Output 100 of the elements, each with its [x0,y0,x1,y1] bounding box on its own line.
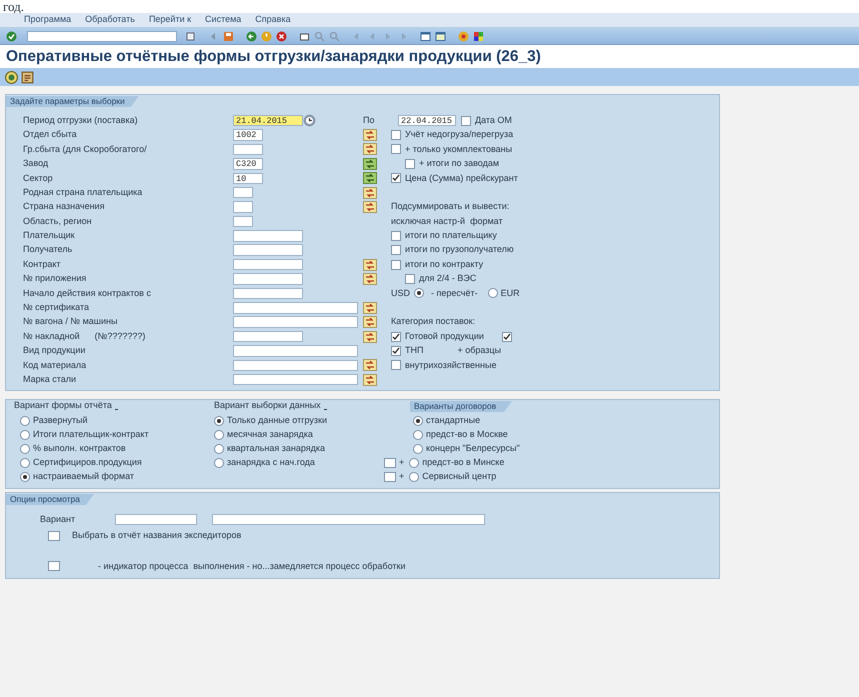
radio-button[interactable] [413,444,423,454]
input-field[interactable]: 1002 [233,129,263,141]
execute-icon[interactable] [5,70,18,84]
radio-button[interactable] [20,444,30,454]
multiple-selection-button[interactable] [363,359,377,372]
radio-button[interactable] [214,430,224,440]
checkbox[interactable] [391,230,401,241]
checkbox[interactable] [391,332,401,342]
checkbox-label: Дата ОМ [475,114,512,127]
radio-button[interactable] [409,472,420,482]
input-field[interactable] [233,302,358,314]
input-field[interactable] [115,514,197,526]
multiple-selection-button[interactable] [363,186,377,199]
currency-label: USD [391,286,410,300]
input-field[interactable] [233,186,253,198]
input-field[interactable]: C320 [233,158,263,170]
radio-button[interactable] [214,416,224,426]
input-field[interactable] [233,360,358,372]
layout-icon[interactable] [473,30,484,42]
menu-item[interactable]: Обработать [85,13,135,27]
input-field[interactable] [233,273,303,285]
input-field[interactable] [233,288,303,300]
radio-button[interactable] [214,444,224,454]
radio-button[interactable] [409,458,420,468]
checkbox[interactable] [461,116,471,126]
radio-label: Только данные отгрузки [227,414,327,428]
multiple-selection-button[interactable] [363,258,377,271]
clock-icon[interactable] [303,114,316,128]
window-icon[interactable] [420,30,431,42]
checkbox[interactable] [391,360,401,370]
menu-item[interactable]: Программа [24,13,72,27]
find-next-icon[interactable] [329,30,340,42]
checkbox[interactable] [48,561,60,572]
radio-button[interactable] [20,416,30,426]
radio-label: настраиваемый формат [33,470,134,484]
cancel-icon[interactable] [276,30,287,42]
multiple-selection-button[interactable] [363,316,377,328]
checkbox[interactable] [391,173,401,184]
radio-button[interactable] [20,430,30,440]
multiple-selection-button[interactable] [363,158,377,170]
checkbox-label: ТНП [405,344,424,358]
menu-item[interactable]: Справка [255,13,291,27]
option-text: исключая настр-й формат [391,214,503,228]
back-icon[interactable] [246,30,257,42]
radio-button[interactable] [20,472,30,482]
input-field[interactable] [233,316,358,328]
checkbox[interactable] [48,531,60,542]
multiple-selection-button[interactable] [363,143,377,156]
radio-label: стандартные [426,414,480,428]
checkbox[interactable] [405,274,415,284]
enter-icon[interactable] [6,30,17,42]
find-icon[interactable] [314,30,325,42]
menu-item[interactable]: Перейти к [148,13,192,27]
input-field[interactable] [233,244,303,256]
command-field[interactable] [27,30,177,42]
input-field[interactable] [233,374,358,386]
save-icon[interactable] [223,30,234,42]
radio-button[interactable] [214,458,224,468]
input-field[interactable]: 21.04.2015 [233,114,303,126]
window-icon[interactable] [435,30,446,42]
input-field[interactable] [233,201,253,213]
input-field[interactable]: 10 [233,172,263,184]
multiple-selection-button[interactable] [363,172,377,184]
checkbox[interactable] [391,346,401,356]
input-field[interactable]: 22.04.2015 [398,114,456,126]
multiple-selection-button[interactable] [363,302,377,314]
input-field[interactable] [233,230,303,242]
exit-icon[interactable] [261,30,272,42]
field-label: Сектор [23,172,54,185]
multiple-selection-button[interactable] [363,330,377,343]
checkbox[interactable] [384,472,396,482]
checkbox[interactable] [384,458,396,468]
input-field[interactable] [233,144,263,156]
input-field[interactable] [212,514,485,526]
input-field[interactable] [233,330,303,342]
checkbox[interactable] [391,245,401,256]
multiple-selection-button[interactable] [363,129,377,142]
field-label: Контракт [23,258,62,271]
field-label: Область, регион [23,214,93,228]
checkbox[interactable] [502,332,512,342]
radio-button[interactable] [488,288,498,298]
radio-button[interactable] [413,430,423,440]
checkbox[interactable] [391,144,401,154]
multiple-selection-button[interactable] [363,272,377,285]
variant-icon[interactable] [21,70,34,84]
radio-button[interactable] [414,288,424,298]
menu-item[interactable]: Система [205,13,242,27]
input-field[interactable] [233,345,358,357]
field-label: Начало действия контрактов с [23,286,152,300]
radio-label: предст-во в Минске [422,456,504,470]
input-field[interactable] [233,258,303,270]
range-label: По [363,114,376,127]
checkbox[interactable] [405,158,415,169]
radio-button[interactable] [413,416,423,426]
checkbox[interactable] [391,260,401,270]
multiple-selection-button[interactable] [363,374,377,386]
input-field[interactable] [233,216,253,228]
checkbox[interactable] [391,130,401,140]
radio-button[interactable] [20,458,30,468]
multiple-selection-button[interactable] [363,201,377,214]
